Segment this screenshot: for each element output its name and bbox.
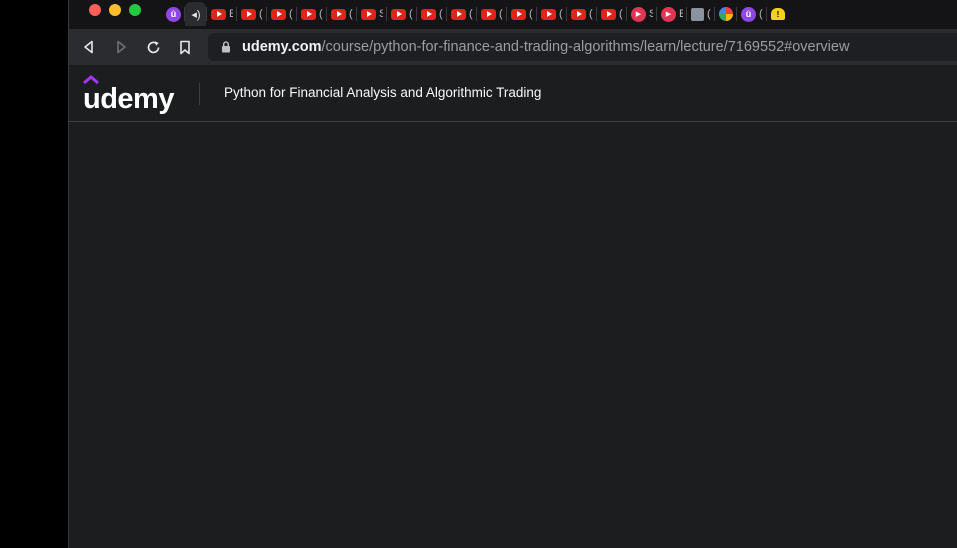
desktop-background <box>0 0 68 548</box>
tab-title: E <box>679 8 683 20</box>
lecture-content-area <box>68 122 957 548</box>
udemy-logo[interactable]: udemy <box>83 74 174 114</box>
browser-tab[interactable]: ▶ E <box>657 2 686 26</box>
browser-tab[interactable]: ( <box>477 2 506 26</box>
speaker-icon: ◂) <box>191 8 201 21</box>
youtube-icon <box>301 8 316 20</box>
header-divider <box>199 83 200 105</box>
window-left-edge <box>68 0 69 548</box>
browser-tab[interactable]: ( <box>507 2 536 26</box>
play-icon: ▶ <box>661 6 676 22</box>
address-bar[interactable]: udemy.com/course/python-for-finance-and-… <box>208 33 957 61</box>
browser-tab[interactable]: ( <box>297 2 326 26</box>
tab-strip: û ◂) E((((S((((((((▶ S ▶ E(û(! <box>68 0 957 29</box>
youtube-icon <box>391 8 406 20</box>
maximize-window-button[interactable] <box>129 4 141 16</box>
browser-tab[interactable]: ( <box>597 2 626 26</box>
youtube-icon <box>481 8 496 20</box>
tab-title: ( <box>559 8 563 20</box>
tab-title: S <box>379 8 383 20</box>
url-path: /course/python-for-finance-and-trading-a… <box>321 39 850 55</box>
youtube-icon <box>511 8 526 20</box>
logo-text: udemy <box>83 83 174 115</box>
youtube-icon <box>361 8 376 20</box>
tab-title: ( <box>529 8 533 20</box>
udemy-icon: û <box>741 6 756 22</box>
browser-tab[interactable]: S <box>357 2 386 26</box>
youtube-icon <box>541 8 556 20</box>
back-icon <box>84 40 93 54</box>
warning-icon: ! <box>771 8 785 20</box>
close-window-button[interactable] <box>89 4 101 16</box>
tab-title: ( <box>707 8 711 20</box>
browser-tab[interactable]: ( <box>327 2 356 26</box>
youtube-icon <box>421 8 436 20</box>
youtube-icon <box>271 8 286 20</box>
tab-title: ( <box>259 8 263 20</box>
minimize-window-button[interactable] <box>109 4 121 16</box>
browser-tab[interactable]: ! <box>767 2 788 26</box>
url-host: udemy.com <box>242 39 322 55</box>
browser-tab[interactable]: ( <box>267 2 296 26</box>
google-icon <box>719 7 733 21</box>
site-header: udemy Python for Financial Analysis and … <box>68 65 957 122</box>
youtube-icon <box>331 8 346 20</box>
course-title[interactable]: Python for Financial Analysis and Algori… <box>224 85 541 100</box>
browser-tab[interactable]: ( <box>447 2 476 26</box>
lock-icon <box>221 40 233 54</box>
browser-tab[interactable]: ▶ S <box>627 2 656 26</box>
tab-title: ( <box>499 8 503 20</box>
youtube-icon <box>241 8 256 20</box>
browser-toolbar: udemy.com/course/python-for-finance-and-… <box>68 29 957 65</box>
tab-list: û ◂) E((((S((((((((▶ S ▶ E(û(! <box>162 2 788 26</box>
tab-title: ( <box>589 8 593 20</box>
browser-tab[interactable] <box>715 2 736 26</box>
browser-tab[interactable]: ( <box>417 2 446 26</box>
tab-title: ( <box>469 8 473 20</box>
tab-title: ( <box>349 8 353 20</box>
tab-title: ( <box>439 8 443 20</box>
tab-title: ( <box>619 8 623 20</box>
browser-tab[interactable]: û( <box>737 2 766 26</box>
udemy-hat-icon <box>83 75 99 84</box>
browser-tab[interactable]: ( <box>237 2 266 26</box>
back-button[interactable] <box>79 37 99 57</box>
browser-tab[interactable]: û <box>162 2 184 26</box>
reload-icon <box>147 40 159 53</box>
tab-title: S <box>649 8 653 20</box>
tab-title: ( <box>409 8 413 20</box>
tab-title: ( <box>759 8 763 20</box>
reload-button[interactable] <box>143 37 163 57</box>
udemy-icon: û <box>166 6 181 22</box>
browser-tab[interactable]: ◂) <box>185 2 206 26</box>
browser-tab[interactable]: E <box>207 2 236 26</box>
tab-title: ( <box>289 8 293 20</box>
tab-title: E <box>229 8 233 20</box>
youtube-icon <box>601 8 616 20</box>
youtube-icon <box>451 8 466 20</box>
browser-tab[interactable]: ( <box>537 2 566 26</box>
play-icon: ▶ <box>631 6 646 22</box>
browser-tab[interactable]: ( <box>387 2 416 26</box>
bookmark-icon <box>180 40 190 54</box>
bookmark-button[interactable] <box>175 37 195 57</box>
book-icon <box>691 7 704 21</box>
forward-icon <box>117 40 126 54</box>
browser-tab[interactable]: ( <box>567 2 596 26</box>
youtube-icon <box>571 8 586 20</box>
browser-window: û ◂) E((((S((((((((▶ S ▶ E(û(! udemy.com… <box>68 0 957 548</box>
forward-button[interactable] <box>111 37 131 57</box>
browser-tab[interactable]: ( <box>687 2 714 26</box>
tab-title: ( <box>319 8 323 20</box>
youtube-icon <box>211 8 226 20</box>
